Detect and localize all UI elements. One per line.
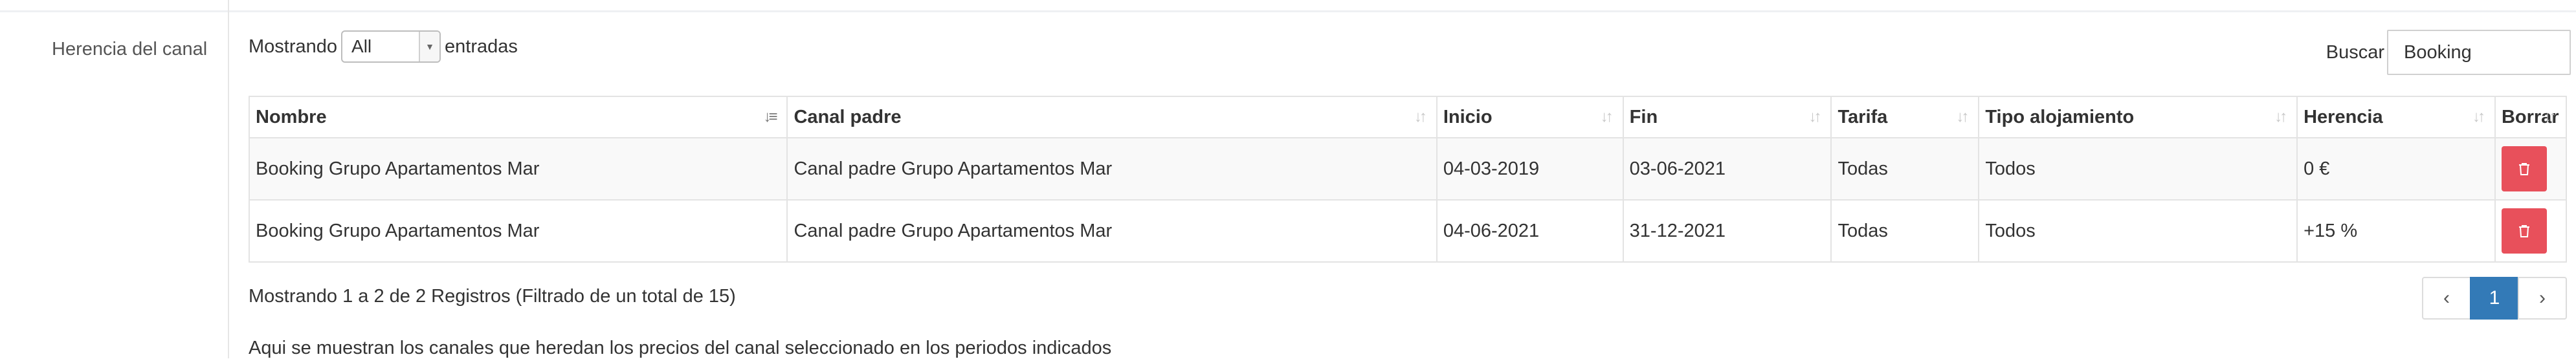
sort-icon: ↓↑ xyxy=(1600,108,1614,125)
sort-icon: ↓↑ xyxy=(1956,108,1969,125)
cell-tipo-alojamiento: Todos xyxy=(1978,137,2298,201)
cell-tipo-alojamiento: Todos xyxy=(1978,199,2298,263)
cell-inicio: 04-03-2019 xyxy=(1436,137,1624,201)
trash-icon xyxy=(2518,163,2529,175)
search-box: Buscar xyxy=(2326,30,2571,75)
cell-inicio: 04-06-2021 xyxy=(1436,199,1624,263)
trash-icon xyxy=(2518,225,2529,237)
column-header-inicio[interactable]: Inicio ↓↑ xyxy=(1436,96,1624,138)
delete-button[interactable] xyxy=(2501,146,2547,191)
sort-icon: ↓↑ xyxy=(2544,108,2557,125)
cell-borrar xyxy=(2494,137,2568,201)
sort-icon: ↓↑ xyxy=(2274,108,2287,125)
section-label: Herencia del canal xyxy=(52,39,208,60)
length-prefix: Mostrando xyxy=(249,36,338,57)
cell-borrar xyxy=(2494,199,2568,263)
sidebar-divider xyxy=(228,0,229,358)
length-control: Mostrando All ▼ entradas xyxy=(249,30,518,63)
table-info: Mostrando 1 a 2 de 2 Registros (Filtrado… xyxy=(249,286,736,307)
search-input[interactable] xyxy=(2387,30,2571,75)
pagination: ‹ 1 › xyxy=(2422,277,2567,320)
chevron-down-icon: ▼ xyxy=(419,32,440,61)
sort-icon: ↓≡ xyxy=(763,108,777,125)
cell-canal-padre: Canal padre Grupo Apartamentos Mar xyxy=(786,137,1438,201)
column-header-fin[interactable]: Fin ↓↑ xyxy=(1622,96,1832,138)
cell-herencia: +15 % xyxy=(2296,199,2496,263)
table-row: Booking Grupo Apartamentos Mar Canal pad… xyxy=(248,137,2568,201)
column-header-tarifa[interactable]: Tarifa ↓↑ xyxy=(1830,96,1980,138)
entries-select[interactable]: All ▼ xyxy=(341,30,441,63)
delete-button[interactable] xyxy=(2501,208,2547,254)
cell-tarifa: Todas xyxy=(1830,137,1980,201)
column-header-herencia[interactable]: Herencia ↓↑ xyxy=(2296,96,2496,138)
entries-select-value: All xyxy=(351,36,372,56)
search-label: Buscar xyxy=(2326,41,2384,63)
table-row: Booking Grupo Apartamentos Mar Canal pad… xyxy=(248,199,2568,263)
pagination-prev-button[interactable]: ‹ xyxy=(2422,277,2471,320)
table-header-row: Nombre ↓≡ Canal padre ↓↑ Inicio ↓↑ Fin ↓↑ Ta… xyxy=(248,96,2568,138)
pagination-next-button[interactable]: › xyxy=(2518,277,2567,320)
column-header-nombre[interactable]: Nombre ↓≡ xyxy=(248,96,788,138)
pagination-page-button[interactable]: 1 xyxy=(2470,277,2519,320)
help-note: Aqui se muestran los canales que heredan… xyxy=(249,338,1112,358)
column-header-tipo-alojamiento[interactable]: Tipo alojamiento ↓↑ xyxy=(1978,96,2298,138)
column-header-borrar[interactable]: Borrar ↓↑ xyxy=(2494,96,2568,138)
column-header-canal-padre[interactable]: Canal padre ↓↑ xyxy=(786,96,1438,138)
cell-nombre: Booking Grupo Apartamentos Mar xyxy=(248,199,788,263)
inheritance-table: Nombre ↓≡ Canal padre ↓↑ Inicio ↓↑ Fin ↓↑ Ta… xyxy=(248,96,2568,263)
sort-icon: ↓↑ xyxy=(1808,108,1821,125)
length-suffix: entradas xyxy=(445,36,518,57)
sort-icon: ↓↑ xyxy=(1414,108,1427,125)
cell-nombre: Booking Grupo Apartamentos Mar xyxy=(248,137,788,201)
cell-canal-padre: Canal padre Grupo Apartamentos Mar xyxy=(786,199,1438,263)
cell-herencia: 0 € xyxy=(2296,137,2496,201)
sort-icon: ↓↑ xyxy=(2472,108,2485,125)
cell-fin: 03-06-2021 xyxy=(1622,137,1832,201)
cell-fin: 31-12-2021 xyxy=(1622,199,1832,263)
top-border xyxy=(0,10,2576,12)
cell-tarifa: Todas xyxy=(1830,199,1980,263)
